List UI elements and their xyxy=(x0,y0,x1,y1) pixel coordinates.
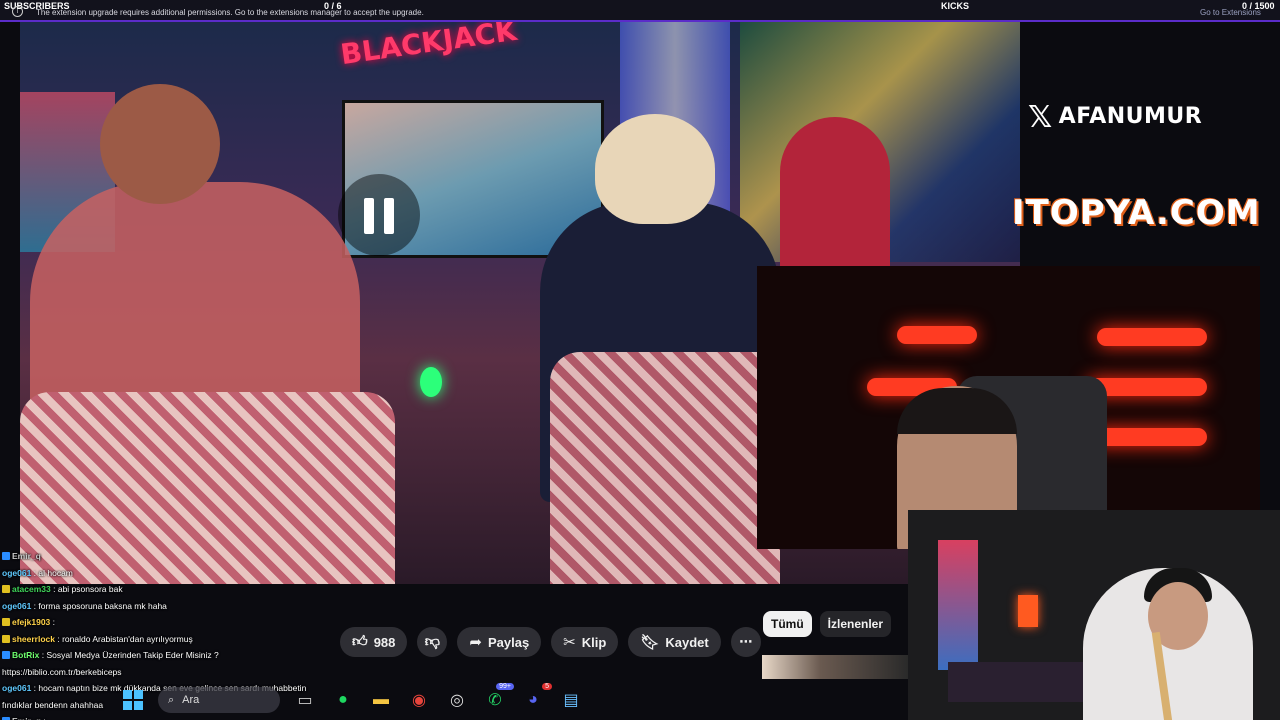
clip-button[interactable]: ✂ Klip xyxy=(551,627,619,657)
chat-text: : Sosyal Medya Üzerinden Takip Eder Misi… xyxy=(39,650,219,660)
webcam-guest xyxy=(908,510,1280,720)
extension-upgrade-message: The extension upgrade requires additiona… xyxy=(36,8,424,17)
chat-badge-icon xyxy=(2,585,10,593)
whatsapp-icon[interactable]: ✆ 99+ xyxy=(482,683,514,713)
lamp xyxy=(1018,595,1038,627)
chat-message: https://biblio.com.tr/berkebiceps xyxy=(2,664,342,681)
chat-username[interactable]: Emir_q xyxy=(12,716,41,720)
go-to-extensions-link[interactable]: Go to Extensions xyxy=(1200,8,1261,17)
red-light xyxy=(1092,428,1207,446)
kicks-label: KICKS xyxy=(941,1,970,11)
notepad-icon[interactable]: ▤ xyxy=(558,687,584,713)
chat-badge-icon xyxy=(2,651,10,659)
file-explorer-icon[interactable]: ▬ xyxy=(368,687,394,713)
blackjack-sign: BLACKJACK xyxy=(338,22,519,72)
spotify-icon[interactable]: ● xyxy=(330,687,356,713)
whatsapp-badge: 99+ xyxy=(496,683,514,690)
more-button[interactable]: ⋯ xyxy=(730,627,761,657)
thumbs-down-icon: 👎︎ xyxy=(424,633,440,650)
chat-message: Emir_q xyxy=(2,548,342,565)
chat-text: https://biblio.com.tr/berkebiceps xyxy=(2,666,122,677)
task-view-icon[interactable]: ▭ xyxy=(292,687,318,713)
bookmark-icon: 🔖︎ xyxy=(640,634,660,651)
chat-message: sheerrlock : ronaldo Arabistan'dan ayrıl… xyxy=(2,631,342,648)
chat-username[interactable]: atacem33 xyxy=(12,584,51,594)
chat-message: oge061 : forma sposoruna baksna mk haha xyxy=(2,598,342,615)
person-red-dress xyxy=(780,117,890,267)
pause-icon[interactable] xyxy=(338,174,420,256)
share-label: Paylaş xyxy=(487,634,530,650)
more-icon: ⋯ xyxy=(739,634,753,649)
share-button[interactable]: ➦ Paylaş xyxy=(457,627,542,657)
discord-badge: 5 xyxy=(542,683,552,690)
man-head xyxy=(100,84,220,204)
clip-label: Klip xyxy=(581,634,607,650)
search-icon: ⌕ xyxy=(168,693,175,706)
green-light xyxy=(420,367,442,397)
filter-all[interactable]: Tümü xyxy=(763,611,812,637)
recommended-video-thumbnail[interactable] xyxy=(762,655,908,679)
chat-username[interactable]: efejk1903 xyxy=(12,617,50,627)
filter-watched[interactable]: İzlenenler xyxy=(819,611,892,637)
woman-hair xyxy=(595,114,715,224)
chat-text: : ronaldo Arabistan'dan ayrılıyormuş xyxy=(55,633,193,644)
monitor xyxy=(938,540,978,670)
search-placeholder: Ara xyxy=(182,694,200,706)
sponsor-logo: ITOPYA.COM xyxy=(1012,193,1261,233)
red-light xyxy=(897,326,977,344)
chat-username[interactable]: sheerrlock xyxy=(12,634,55,644)
chat-text: : abi psonsora bak xyxy=(50,584,123,594)
chat-message: oge061 : al hocam xyxy=(2,565,342,582)
x-logo-icon: 𝕏 xyxy=(1028,100,1053,135)
webcam-streamer xyxy=(757,266,1260,549)
dislike-button[interactable]: 👎︎ xyxy=(417,627,448,657)
video-action-bar: 👍︎ 988 👎︎ ➦ Paylaş ✂ Klip 🔖︎ Kaydet ⋯ xyxy=(340,627,761,659)
chat-text: fındıklar bendenn ahahhaa xyxy=(2,699,104,710)
chat-text: : forma sposoruna baksna mk haha xyxy=(31,600,167,611)
chat-badge-icon xyxy=(2,552,10,560)
windows-start-icon[interactable] xyxy=(120,687,146,713)
share-icon: ➦ xyxy=(469,634,482,651)
red-light xyxy=(1097,328,1207,346)
chat-username[interactable]: oge061 xyxy=(2,683,31,693)
thumbs-up-icon: 👍︎ xyxy=(352,633,368,650)
recommendation-filters: Tümü İzlenenler xyxy=(763,611,892,637)
chrome-icon[interactable]: ◉ xyxy=(406,687,432,713)
desk xyxy=(948,662,1088,702)
chat-message: efejk1903 : xyxy=(2,614,342,631)
chat-text: : xyxy=(41,716,45,720)
chat-badge-icon xyxy=(2,634,10,643)
chat-text: : al hocam xyxy=(31,567,73,578)
chat-badge-icon xyxy=(2,618,10,626)
obs-icon[interactable]: ◎ xyxy=(444,687,470,713)
casino-chair-right xyxy=(550,352,780,584)
windows-taskbar: ⌕ Ara ▭ ● ▬ ◉ ◎ ✆ 99+ ◕ 5 ▤ xyxy=(120,683,584,715)
taskbar-search[interactable]: ⌕ Ara xyxy=(158,687,280,713)
chat-text: : xyxy=(50,617,56,627)
chat-username[interactable]: Emir_q xyxy=(12,551,41,561)
like-button[interactable]: 👍︎ 988 xyxy=(340,627,408,657)
save-label: Kaydet xyxy=(665,634,709,650)
scissors-icon: ✂ xyxy=(563,634,576,651)
social-handle: 𝕏 AFANUMUR xyxy=(1028,100,1202,135)
chat-username[interactable]: oge061 xyxy=(2,568,31,578)
handle-text: AFANUMUR xyxy=(1058,104,1203,129)
like-count: 988 xyxy=(373,634,396,650)
info-icon: i xyxy=(12,6,23,17)
stream-overlay-topbar: SUBSCRIBERS 0 / 6 i The extension upgrad… xyxy=(0,0,1280,22)
chat-username[interactable]: BotRix xyxy=(12,650,39,660)
discord-icon[interactable]: ◕ 5 xyxy=(520,683,552,713)
chat-message: atacem33 : abi psonsora bak xyxy=(2,581,342,598)
chat-message: BotRix : Sosyal Medya Üzerinden Takip Ed… xyxy=(2,647,342,664)
save-button[interactable]: 🔖︎ Kaydet xyxy=(628,627,721,657)
chat-username[interactable]: oge061 xyxy=(2,601,31,611)
